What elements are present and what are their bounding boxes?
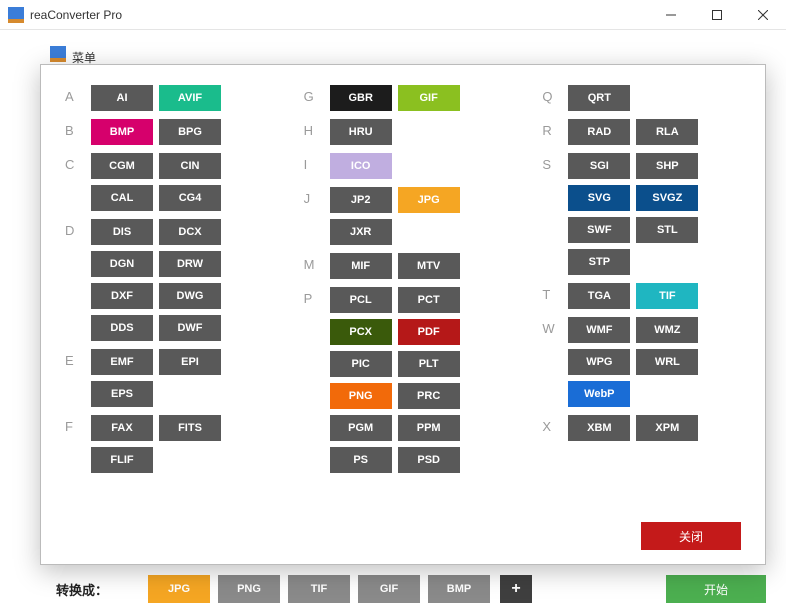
- format-gif[interactable]: GIF: [398, 85, 460, 111]
- format-dxf[interactable]: DXF: [91, 283, 153, 309]
- format-tga[interactable]: TGA: [568, 283, 630, 309]
- menu-bar: 菜单: [0, 30, 786, 64]
- letter-G: G: [304, 85, 330, 104]
- format-ico[interactable]: ICO: [330, 153, 392, 179]
- close-window-button[interactable]: [740, 0, 786, 30]
- format-bmp[interactable]: BMP: [91, 119, 153, 145]
- format-ps[interactable]: PS: [330, 447, 392, 473]
- format-bpg[interactable]: BPG: [159, 119, 221, 145]
- format-drw[interactable]: DRW: [159, 251, 221, 277]
- letter-S: S: [542, 153, 568, 172]
- letter-W: W: [542, 317, 568, 336]
- format-dds[interactable]: DDS: [91, 315, 153, 341]
- format-cin[interactable]: CIN: [159, 153, 221, 179]
- format-emf[interactable]: EMF: [91, 349, 153, 375]
- format-psd[interactable]: PSD: [398, 447, 460, 473]
- bottom-format-png[interactable]: PNG: [218, 575, 280, 603]
- bottom-format-jpg[interactable]: JPG: [148, 575, 210, 603]
- format-cgm[interactable]: CGM: [91, 153, 153, 179]
- letter-H: H: [304, 119, 330, 138]
- format-fits[interactable]: FITS: [159, 415, 221, 441]
- format-mif[interactable]: MIF: [330, 253, 392, 279]
- minimize-button[interactable]: [648, 0, 694, 30]
- letter-C: C: [65, 153, 91, 172]
- format-plt[interactable]: PLT: [398, 351, 460, 377]
- close-button[interactable]: 关闭: [641, 522, 741, 550]
- format-png[interactable]: PNG: [330, 383, 392, 409]
- format-qrt[interactable]: QRT: [568, 85, 630, 111]
- format-prc[interactable]: PRC: [398, 383, 460, 409]
- format-xpm[interactable]: XPM: [636, 415, 698, 441]
- letter-T: T: [542, 283, 568, 302]
- format-wrl[interactable]: WRL: [636, 349, 698, 375]
- format-webp[interactable]: WebP: [568, 381, 630, 407]
- format-sgi[interactable]: SGI: [568, 153, 630, 179]
- bottom-bar: 转换成： JPG PNG TIF GIF BMP + 开始: [0, 565, 786, 613]
- convert-to-label: 转换成：: [56, 580, 108, 599]
- letter-F: F: [65, 415, 91, 434]
- format-wmz[interactable]: WMZ: [636, 317, 698, 343]
- format-pcl[interactable]: PCL: [330, 287, 392, 313]
- letter-X: X: [542, 415, 568, 434]
- format-swf[interactable]: SWF: [568, 217, 630, 243]
- format-ppm[interactable]: PPM: [398, 415, 460, 441]
- format-flif[interactable]: FLIF: [91, 447, 153, 473]
- letter-B: B: [65, 119, 91, 138]
- letter-P: P: [304, 287, 330, 306]
- letter-R: R: [542, 119, 568, 138]
- add-format-button[interactable]: +: [500, 575, 532, 603]
- format-avif[interactable]: AVIF: [159, 85, 221, 111]
- format-mtv[interactable]: MTV: [398, 253, 460, 279]
- letter-D: D: [65, 219, 91, 238]
- window-title: reaConverter Pro: [30, 8, 648, 22]
- letter-J: J: [304, 187, 330, 206]
- titlebar: reaConverter Pro: [0, 0, 786, 30]
- format-dgn[interactable]: DGN: [91, 251, 153, 277]
- format-wmf[interactable]: WMF: [568, 317, 630, 343]
- format-picker-popup: AAIAVIF BBMPBPG CCGMCINCALCG4 DDISDCXDGNDRW…: [40, 64, 766, 565]
- app-icon: [8, 7, 24, 23]
- format-xbm[interactable]: XBM: [568, 415, 630, 441]
- format-ai[interactable]: AI: [91, 85, 153, 111]
- format-eps[interactable]: EPS: [91, 381, 153, 407]
- letter-I: I: [304, 153, 330, 172]
- bottom-format-gif[interactable]: GIF: [358, 575, 420, 603]
- format-jxr[interactable]: JXR: [330, 219, 392, 245]
- letter-M: M: [304, 253, 330, 272]
- bottom-format-tif[interactable]: TIF: [288, 575, 350, 603]
- format-svgz[interactable]: SVGZ: [636, 185, 698, 211]
- format-dis[interactable]: DIS: [91, 219, 153, 245]
- format-pct[interactable]: PCT: [398, 287, 460, 313]
- format-stp[interactable]: STP: [568, 249, 630, 275]
- letter-E: E: [65, 349, 91, 368]
- format-cal[interactable]: CAL: [91, 185, 153, 211]
- menu-icon: [50, 46, 66, 62]
- format-dwf[interactable]: DWF: [159, 315, 221, 341]
- format-shp[interactable]: SHP: [636, 153, 698, 179]
- format-svg[interactable]: SVG: [568, 185, 630, 211]
- format-pcx[interactable]: PCX: [330, 319, 392, 345]
- format-fax[interactable]: FAX: [91, 415, 153, 441]
- format-wpg[interactable]: WPG: [568, 349, 630, 375]
- start-button[interactable]: 开始: [666, 575, 766, 603]
- format-hru[interactable]: HRU: [330, 119, 392, 145]
- format-cg4[interactable]: CG4: [159, 185, 221, 211]
- letter-Q: Q: [542, 85, 568, 104]
- bottom-format-bmp[interactable]: BMP: [428, 575, 490, 603]
- format-stl[interactable]: STL: [636, 217, 698, 243]
- format-dcx[interactable]: DCX: [159, 219, 221, 245]
- format-pdf[interactable]: PDF: [398, 319, 460, 345]
- format-gbr[interactable]: GBR: [330, 85, 392, 111]
- format-jp2[interactable]: JP2: [330, 187, 392, 213]
- format-pic[interactable]: PIC: [330, 351, 392, 377]
- maximize-button[interactable]: [694, 0, 740, 30]
- format-epi[interactable]: EPI: [159, 349, 221, 375]
- format-dwg[interactable]: DWG: [159, 283, 221, 309]
- format-tif[interactable]: TIF: [636, 283, 698, 309]
- format-pgm[interactable]: PGM: [330, 415, 392, 441]
- format-rad[interactable]: RAD: [568, 119, 630, 145]
- format-jpg[interactable]: JPG: [398, 187, 460, 213]
- format-rla[interactable]: RLA: [636, 119, 698, 145]
- letter-A: A: [65, 85, 91, 104]
